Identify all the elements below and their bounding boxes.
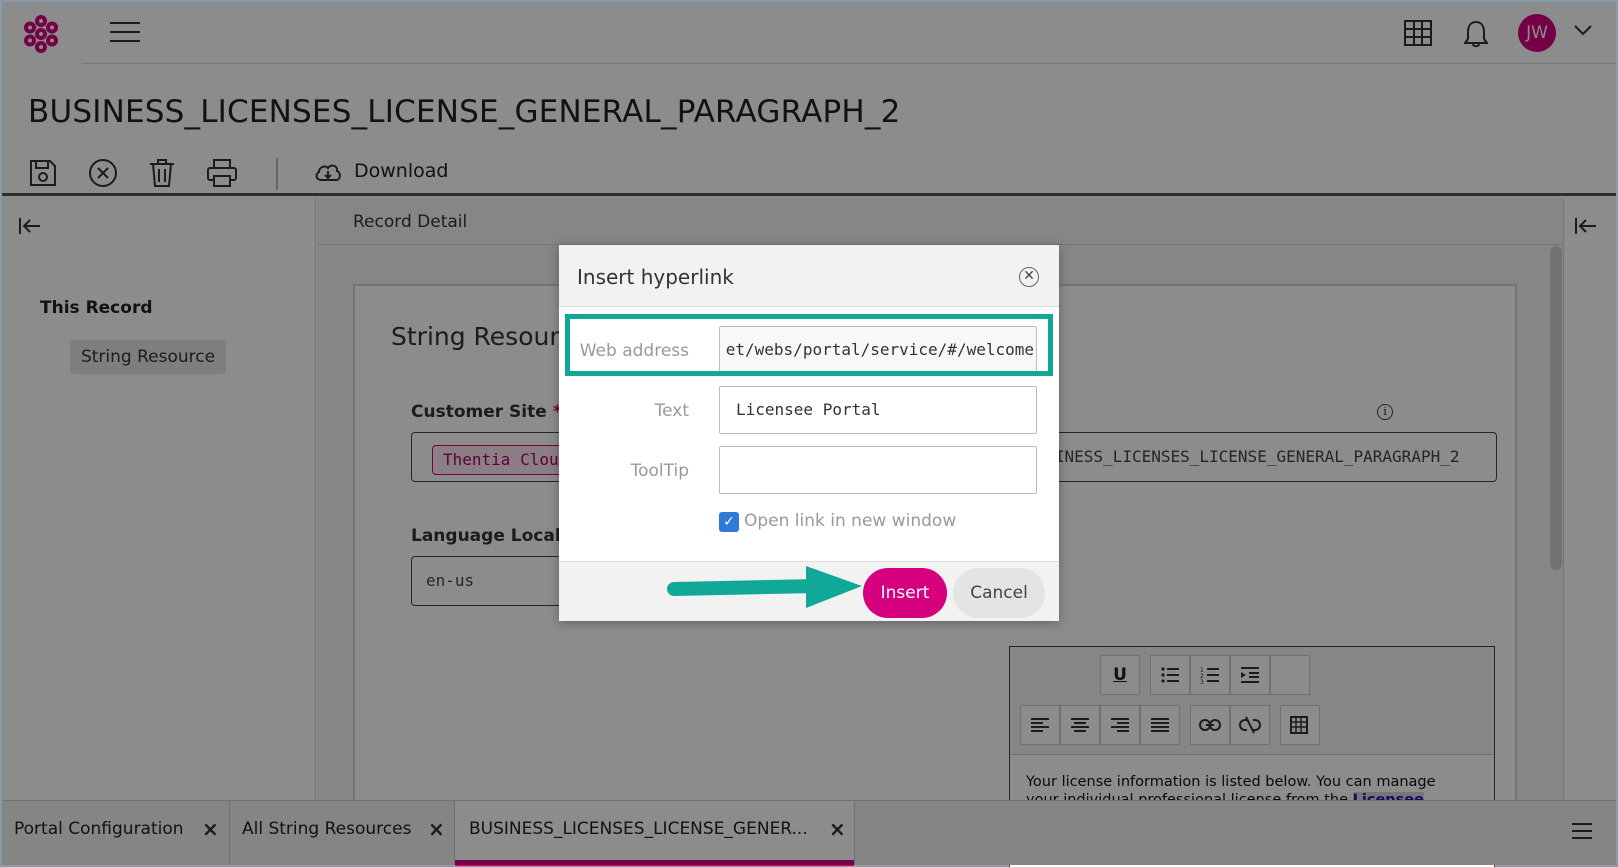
text-label: Text	[654, 401, 689, 421]
new-window-checkbox[interactable]: ✓	[719, 512, 739, 532]
new-window-label[interactable]: Open link in new window	[744, 511, 956, 531]
dialog-header: Insert hyperlink ✕	[559, 245, 1059, 307]
text-input[interactable]: Licensee Portal	[719, 386, 1037, 434]
highlight-box	[565, 314, 1053, 376]
cancel-button[interactable]: Cancel	[953, 568, 1045, 618]
insert-button[interactable]: Insert	[863, 568, 947, 618]
dialog-title: Insert hyperlink	[577, 265, 734, 289]
annotation-arrow-icon	[667, 566, 862, 608]
tooltip-label: ToolTip	[630, 461, 689, 481]
close-icon[interactable]: ✕	[1019, 267, 1039, 287]
tooltip-input[interactable]	[719, 446, 1037, 494]
